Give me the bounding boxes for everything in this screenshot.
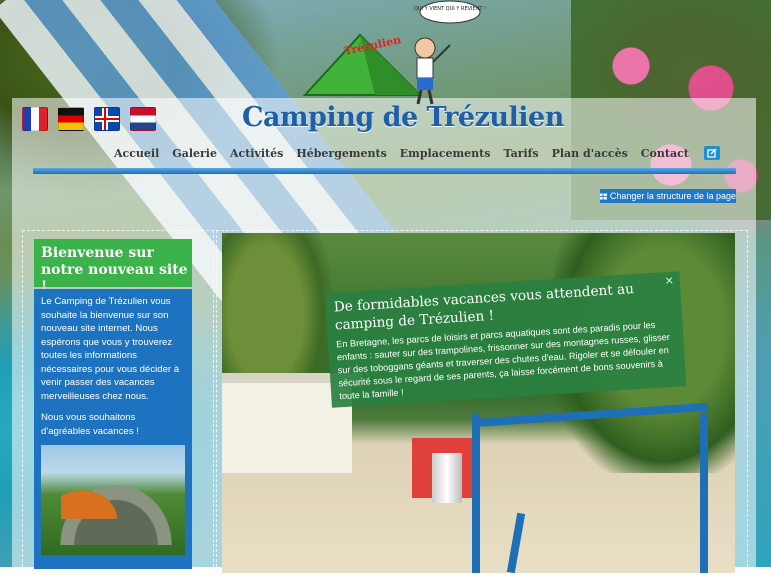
nav-tarifs[interactable]: Tarifs bbox=[503, 147, 538, 160]
tent-photo bbox=[41, 445, 185, 555]
welcome-paragraph-2: Nous vous souhaitons d'agréables vacance… bbox=[41, 412, 139, 437]
photo-swing-frame bbox=[472, 413, 708, 573]
welcome-paragraph-1: Le Camping de Trézulien vous souhaite la… bbox=[41, 296, 180, 402]
nav-accueil[interactable]: Accueil bbox=[114, 147, 159, 160]
grid-icon bbox=[600, 192, 607, 200]
main-nav: Accueil Galerie Activités Hébergements E… bbox=[114, 146, 720, 160]
flag-is-icon[interactable] bbox=[94, 107, 120, 131]
tent-orange-shape bbox=[61, 479, 131, 519]
site-title[interactable]: Camping de Trézulien bbox=[242, 102, 564, 133]
language-switcher bbox=[22, 107, 156, 131]
nav-emplacements[interactable]: Emplacements bbox=[400, 147, 491, 160]
photo-slide-chute bbox=[432, 453, 462, 503]
flag-de-icon[interactable] bbox=[58, 107, 84, 131]
mascot-logo: QUI Y VIENT QUI Y REVIENT ! Trézulien bbox=[302, 0, 486, 105]
nav-galerie[interactable]: Galerie bbox=[172, 147, 217, 160]
slide-caption: × De formidables vacances vous attendent… bbox=[325, 271, 687, 408]
nav-divider bbox=[33, 168, 736, 174]
flag-nl-icon[interactable] bbox=[130, 107, 156, 131]
mascot-bubble: QUI Y VIENT QUI Y REVIENT ! bbox=[414, 6, 486, 12]
nav-plan-acces[interactable]: Plan d'accès bbox=[552, 147, 628, 160]
edit-icon[interactable] bbox=[703, 146, 720, 160]
welcome-heading: Bienvenue sur notre nouveau site ! bbox=[34, 239, 192, 295]
nav-activites[interactable]: Activités bbox=[230, 147, 283, 160]
flag-fr-icon[interactable] bbox=[22, 107, 48, 131]
nav-hebergements[interactable]: Hébergements bbox=[296, 147, 386, 160]
nav-contact[interactable]: Contact bbox=[641, 147, 689, 160]
change-structure-button[interactable]: Changer la structure de la page bbox=[600, 189, 736, 203]
change-structure-label: Changer la structure de la page bbox=[609, 191, 736, 201]
close-icon[interactable]: × bbox=[664, 274, 674, 288]
